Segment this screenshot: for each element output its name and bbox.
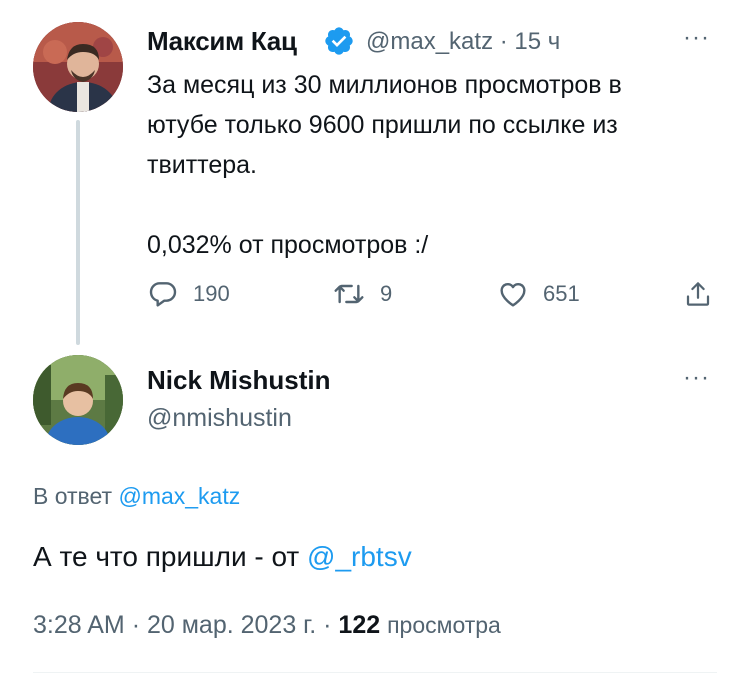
separator: ·: [323, 611, 332, 639]
reply-button[interactable]: 190: [147, 278, 230, 310]
reply-count: 190: [193, 281, 230, 306]
separator: ·: [131, 611, 141, 639]
more-icon[interactable]: ···: [683, 366, 710, 390]
divider: [33, 672, 717, 673]
tweet1-author-name[interactable]: Максим Кац: [147, 26, 297, 56]
tweet2-meta: 3:28 AM · 20 мар. 2023 г. · 122 просмотр…: [33, 609, 501, 641]
tweet2-handle[interactable]: @nmishustin: [147, 403, 292, 433]
views-count[interactable]: 122: [338, 611, 380, 639]
mention-link[interactable]: @_rbtsv: [307, 541, 412, 572]
share-icon: [686, 282, 710, 306]
reply-icon: [149, 282, 177, 307]
share-button[interactable]: [683, 278, 713, 310]
more-icon[interactable]: ···: [683, 26, 710, 50]
tweet1-handle[interactable]: @max_katz: [366, 28, 493, 55]
tweet1-handle-time: @max_katz · 15 ч: [366, 27, 560, 57]
tweet2-date[interactable]: 20 мар. 2023 г.: [147, 611, 316, 639]
like-icon: [500, 282, 526, 307]
reply-to-label: В ответ: [33, 483, 113, 509]
thread-line: [76, 120, 80, 345]
like-count: 651: [543, 281, 580, 306]
tweet2-text: А те что пришли - от @_rbtsv: [33, 539, 412, 575]
reply-to-handle-link[interactable]: @max_katz: [118, 483, 240, 509]
verified-badge-icon: [323, 25, 355, 57]
retweet-icon: [334, 284, 364, 304]
retweet-count: 9: [380, 281, 393, 306]
like-button[interactable]: 651: [497, 278, 580, 310]
reply-to-line: В ответ @max_katz: [33, 481, 240, 511]
views-label: просмотра: [387, 612, 501, 638]
avatar-image: [33, 22, 123, 112]
avatar-max-katz[interactable]: [33, 22, 123, 112]
tweet2-time[interactable]: 3:28 AM: [33, 611, 125, 639]
retweet-button[interactable]: 9: [332, 278, 392, 310]
separator: ·: [499, 28, 508, 55]
tweet1-text: За месяц из 30 миллионов просмотров в ют…: [147, 71, 622, 259]
tweet1-time[interactable]: 15 ч: [514, 28, 560, 55]
tweet2-text-body: А те что пришли - от: [33, 541, 300, 572]
tweet2-author-name[interactable]: Nick Mishustin: [147, 365, 330, 395]
avatar-image: [33, 355, 123, 445]
avatar-nick-mishustin[interactable]: [33, 355, 123, 445]
